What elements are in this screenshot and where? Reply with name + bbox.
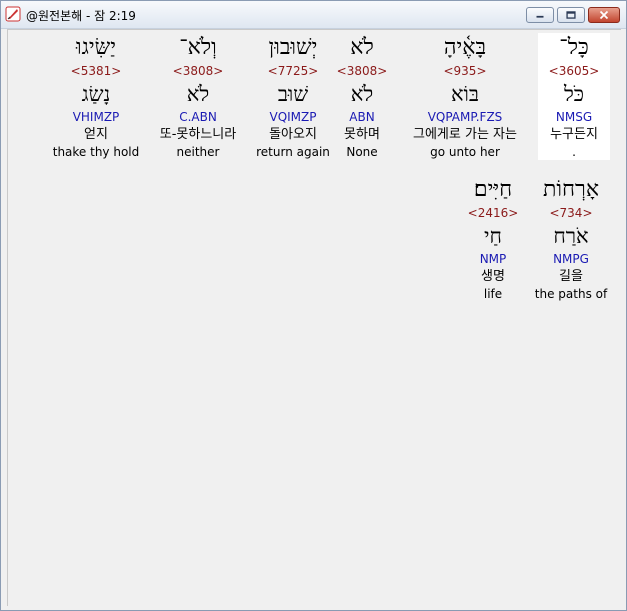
english-gloss: thake thy hold [52, 145, 140, 159]
hebrew-word: לֹא [350, 35, 374, 60]
hebrew-word: חַיִּים׃ [473, 177, 513, 202]
english-gloss: go unto her [430, 145, 500, 159]
strong-number[interactable]: <2416> [458, 205, 528, 221]
morphology-code[interactable]: VHIMZP [46, 109, 146, 126]
window-title: @원전본해 - 잠 2:19 [26, 9, 136, 23]
strong-number[interactable]: <734> [526, 205, 616, 221]
hebrew-word: כָּל־ [559, 35, 589, 60]
english-gloss: None [346, 145, 378, 159]
lemma: שׁוּב [277, 82, 309, 106]
korean-gloss: 돌아오지 [269, 127, 317, 142]
lemma: בּוֹא [450, 82, 480, 106]
interlinear-view: כָּל־ <3605> כֹּל NMSG 누구든지 . בָּאֶ֫יהָ … [7, 29, 621, 606]
strong-number[interactable]: <3808> [144, 63, 252, 79]
quill-icon[interactable] [5, 6, 21, 22]
english-gloss: the paths of [534, 287, 608, 301]
strong-number[interactable]: <3808> [332, 63, 392, 79]
word-column[interactable]: כָּל־ <3605> כֹּל NMSG 누구든지 . [538, 33, 610, 160]
strong-number[interactable]: <935> [395, 63, 535, 79]
word-column[interactable]: וְלֹא־ <3808> לֹא C.ABN 또-못하느니라 neither [144, 33, 252, 160]
lemma: אֹרַח [553, 224, 589, 248]
strong-number[interactable]: <3605> [538, 63, 610, 79]
hebrew-word: בָּאֶ֫יהָ [443, 35, 487, 60]
minimize-button[interactable] [526, 7, 554, 23]
strong-number[interactable]: <5381> [46, 63, 146, 79]
korean-gloss: 그에게로 가는 자는 [413, 127, 517, 142]
app-window: @원전본해 - 잠 2:19 כָּל־ <3605> כֹּל NMSG 누구… [0, 0, 627, 611]
korean-gloss: 생명 [481, 269, 505, 284]
hebrew-word: יְשׁוּבוּן [268, 35, 318, 60]
word-column[interactable]: חַיִּים׃ <2416> חַי NMP 생명 life [458, 175, 528, 302]
korean-gloss: 또-못하느니라 [159, 127, 237, 142]
hebrew-word: וְלֹא־ [179, 35, 217, 60]
lemma: כֹּל [563, 82, 585, 106]
word-column[interactable]: יְשׁוּבוּן <7725> שׁוּב VQIMZP 돌아오지 retu… [248, 33, 338, 160]
morphology-code[interactable]: VQPAMP.FZS [395, 109, 535, 126]
english-gloss: . [572, 145, 576, 159]
morphology-code[interactable]: C.ABN [144, 109, 252, 126]
close-icon [599, 10, 609, 20]
strong-number[interactable]: <7725> [248, 63, 338, 79]
word-column[interactable]: לֹא <3808> לֹא ABN 못하며 None [332, 33, 392, 160]
english-gloss: return again [256, 145, 330, 159]
morphology-code[interactable]: NMSG [538, 109, 610, 126]
morphology-code[interactable]: ABN [332, 109, 392, 126]
korean-gloss: 길을 [559, 269, 583, 284]
word-column[interactable]: יַשִּׂיגוּ <5381> נָשַׂג VHIMZP 얻지 thake… [46, 33, 146, 160]
maximize-button[interactable] [557, 7, 585, 23]
lemma: חַי [484, 224, 502, 248]
korean-gloss: 못하며 [344, 127, 380, 142]
morphology-code[interactable]: NMPG [526, 251, 616, 268]
korean-gloss: 누구든지 [550, 127, 598, 142]
word-column[interactable]: בָּאֶ֫יהָ <935> בּוֹא VQPAMP.FZS 그에게로 가는… [395, 33, 535, 160]
morphology-code[interactable]: VQIMZP [248, 109, 338, 126]
lemma: לֹא [186, 82, 210, 106]
close-button[interactable] [588, 7, 620, 23]
hebrew-word: אָרְחוֹת [542, 177, 600, 202]
maximize-icon [566, 11, 576, 19]
english-gloss: neither [176, 145, 220, 159]
korean-gloss: 얻지 [84, 127, 108, 142]
lemma: לֹא [350, 82, 374, 106]
word-column[interactable]: אָרְחוֹת <734> אֹרַח NMPG 길을 the paths o… [526, 175, 616, 302]
lemma: נָשַׂג [81, 82, 111, 106]
morphology-code[interactable]: NMP [458, 251, 528, 268]
title-bar[interactable]: @원전본해 - 잠 2:19 [1, 1, 626, 29]
minimize-icon [536, 15, 544, 18]
hebrew-word: יַשִּׂיגוּ [75, 35, 116, 60]
english-gloss: life [483, 287, 503, 301]
